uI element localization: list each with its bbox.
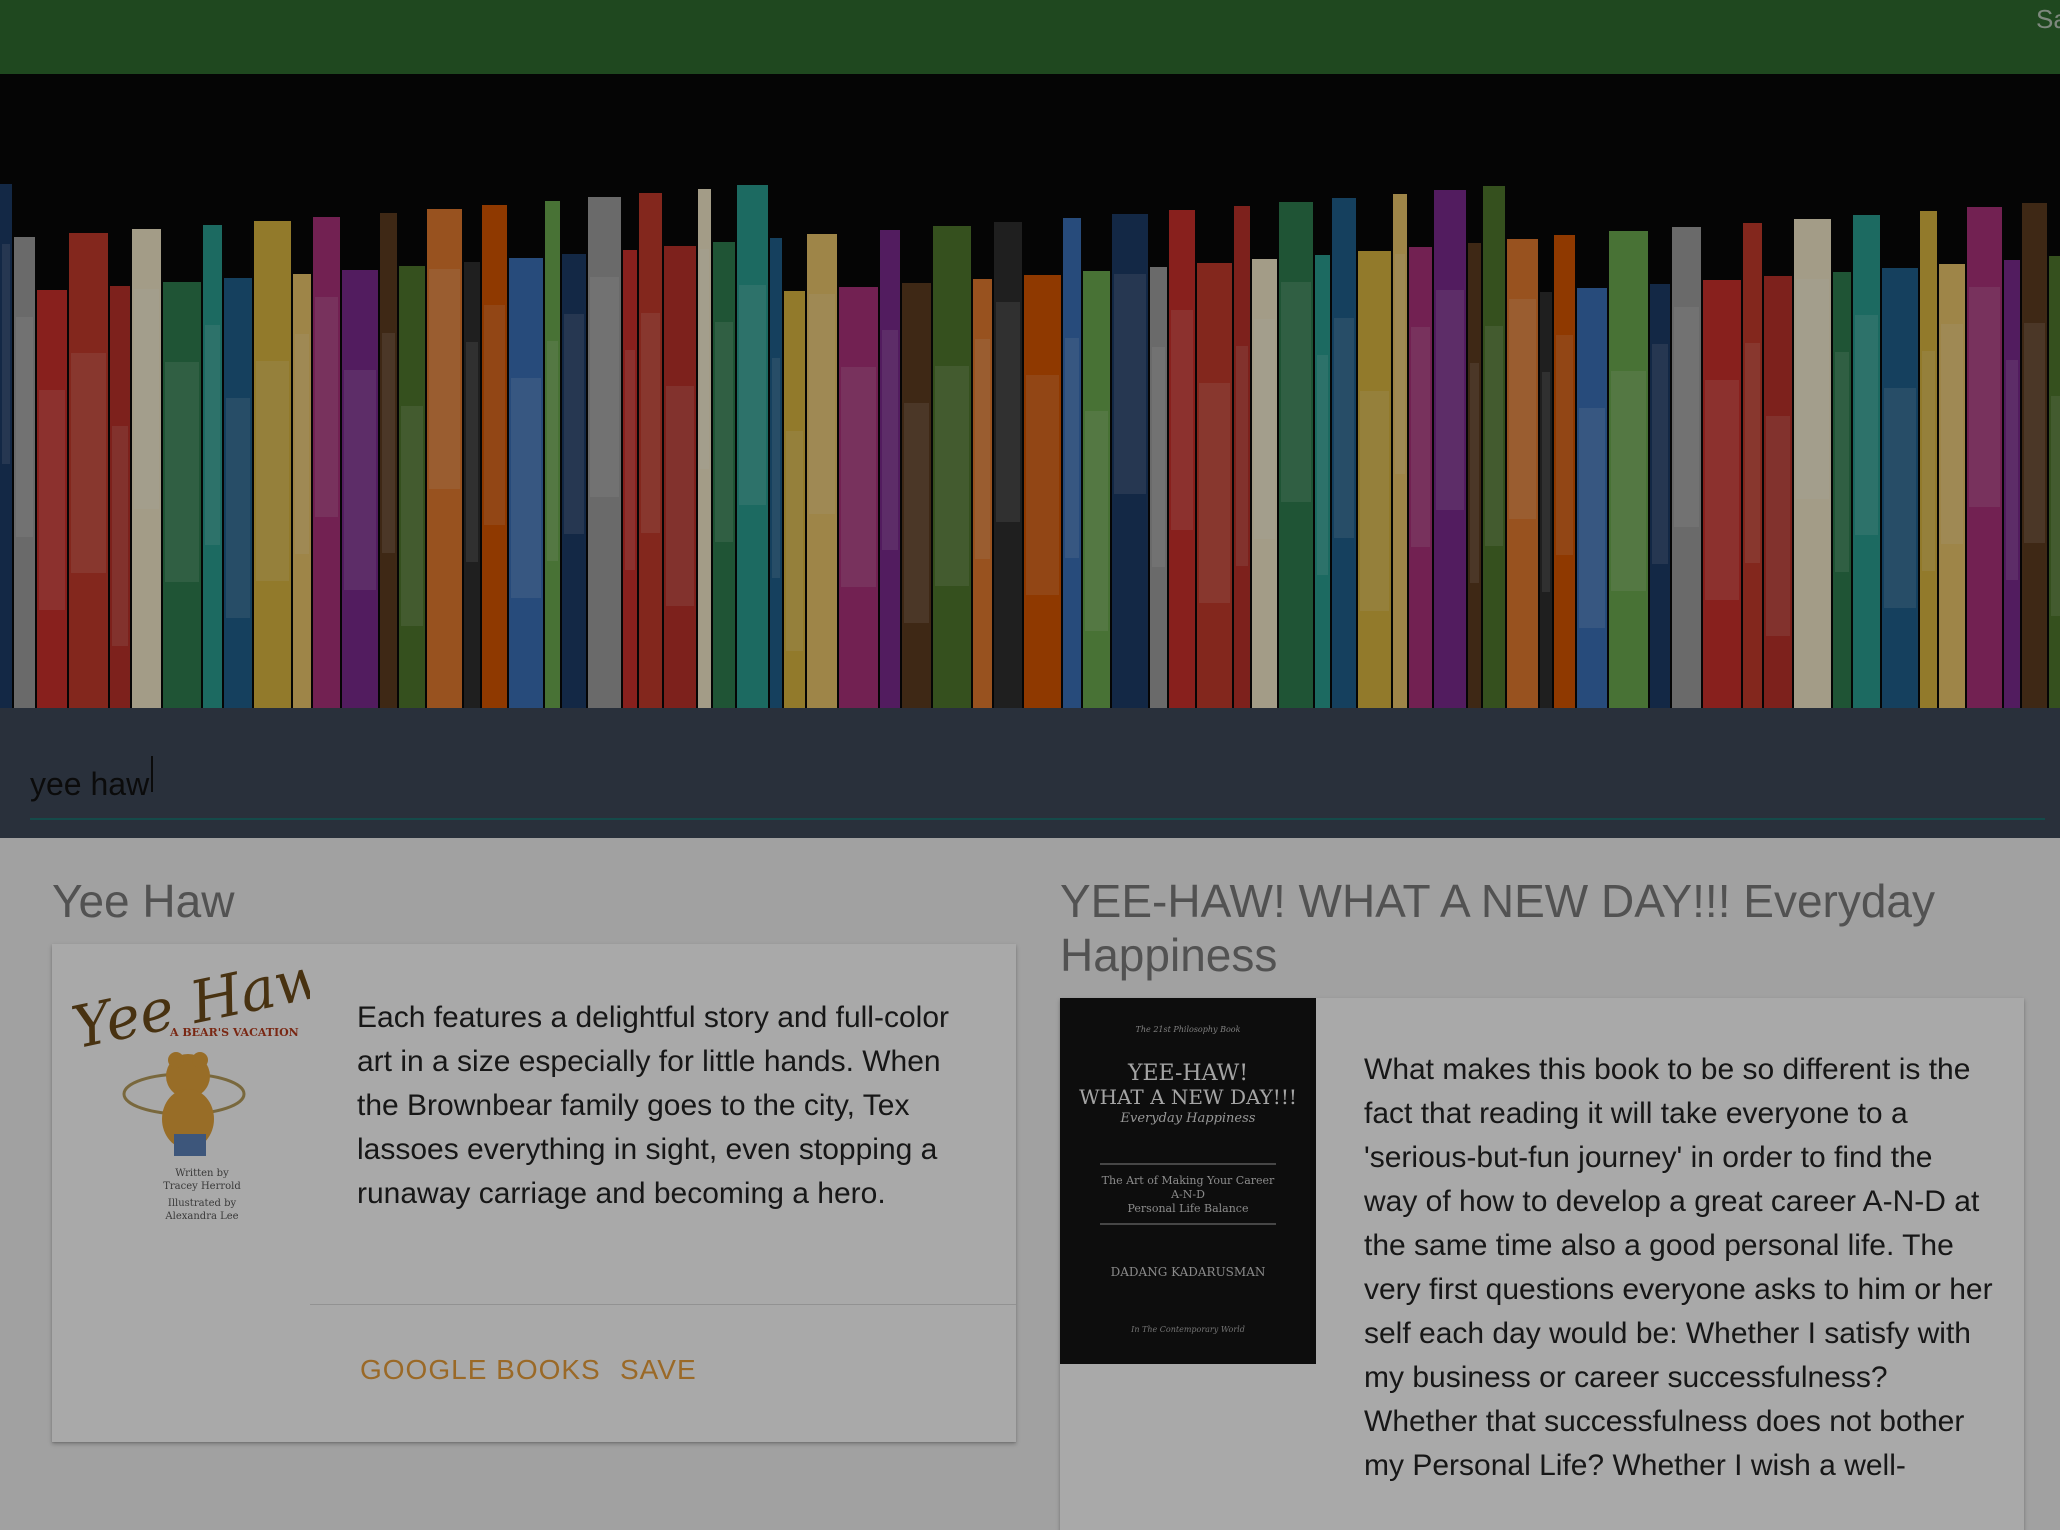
book-card: Yee Haw! A BEAR'S VACATION Written by Tr… xyxy=(52,944,1016,1442)
cover-tagline: A-N-D xyxy=(1170,1188,1205,1201)
book-description: What makes this book to be so different … xyxy=(1364,1053,1993,1482)
cover-credit: Alexandra Lee xyxy=(164,1211,238,1222)
save-button[interactable]: SAVE xyxy=(620,1354,697,1386)
book-title: YEE-HAW! WHAT A NEW DAY!!! Everyday Happ… xyxy=(1060,875,1936,981)
app-bar: Sa xyxy=(0,0,2060,74)
book-card: The 21st Philosophy Book YEE-HAW! WHAT A… xyxy=(1060,998,2024,1530)
search-results: Yee Haw Yee Haw! A BEAR'S VACATION Writt… xyxy=(0,838,2060,1530)
cover-headline: YEE-HAW! xyxy=(1127,1061,1248,1086)
cover-subtitle: Everyday Happiness xyxy=(1120,1111,1256,1126)
cover-tagline: The Art of Making Your Career xyxy=(1102,1174,1275,1187)
search-underline xyxy=(30,818,2045,820)
page: Sa Yee Haw Yee Haw! A BEAR'S VACATION xyxy=(0,0,2060,1530)
cover-credit: Tracey Herrold xyxy=(163,1181,241,1192)
cover-series: The 21st Philosophy Book xyxy=(1136,1025,1241,1034)
result-item: Yee Haw Yee Haw! A BEAR'S VACATION Writt… xyxy=(52,838,1016,1442)
cover-subtitle: A BEAR'S VACATION xyxy=(169,1026,299,1039)
search-input[interactable] xyxy=(30,758,2045,810)
cover-credit: Illustrated by xyxy=(168,1198,237,1209)
app-bar-corner-text: Sa xyxy=(2036,4,2060,34)
book-description: Each features a delightful story and ful… xyxy=(357,1001,949,1210)
text-caret xyxy=(151,756,153,792)
hero-bookshelf-image xyxy=(0,74,2060,708)
card-actions: GOOGLE BOOKS SAVE xyxy=(310,1320,1016,1430)
card-divider xyxy=(310,1304,1016,1305)
book-cover-image: The 21st Philosophy Book YEE-HAW! WHAT A… xyxy=(1060,998,1316,1364)
cover-credit: Written by xyxy=(175,1168,229,1179)
cover-headline: WHAT A NEW DAY!!! xyxy=(1079,1085,1297,1109)
cover-author: DADANG KADARUSMAN xyxy=(1111,1265,1266,1279)
bookshelf-illustration xyxy=(0,74,2060,708)
book-cover-image: Yee Haw! A BEAR'S VACATION Written by Tr… xyxy=(52,944,310,1234)
result-item: YEE-HAW! WHAT A NEW DAY!!! Everyday Happ… xyxy=(1060,838,2024,1530)
book-title: Yee Haw xyxy=(52,875,235,927)
cover-tagline: Personal Life Balance xyxy=(1128,1202,1249,1215)
cover-footer: In The Contemporary World xyxy=(1130,1325,1245,1334)
google-books-button[interactable]: GOOGLE BOOKS xyxy=(360,1354,601,1386)
